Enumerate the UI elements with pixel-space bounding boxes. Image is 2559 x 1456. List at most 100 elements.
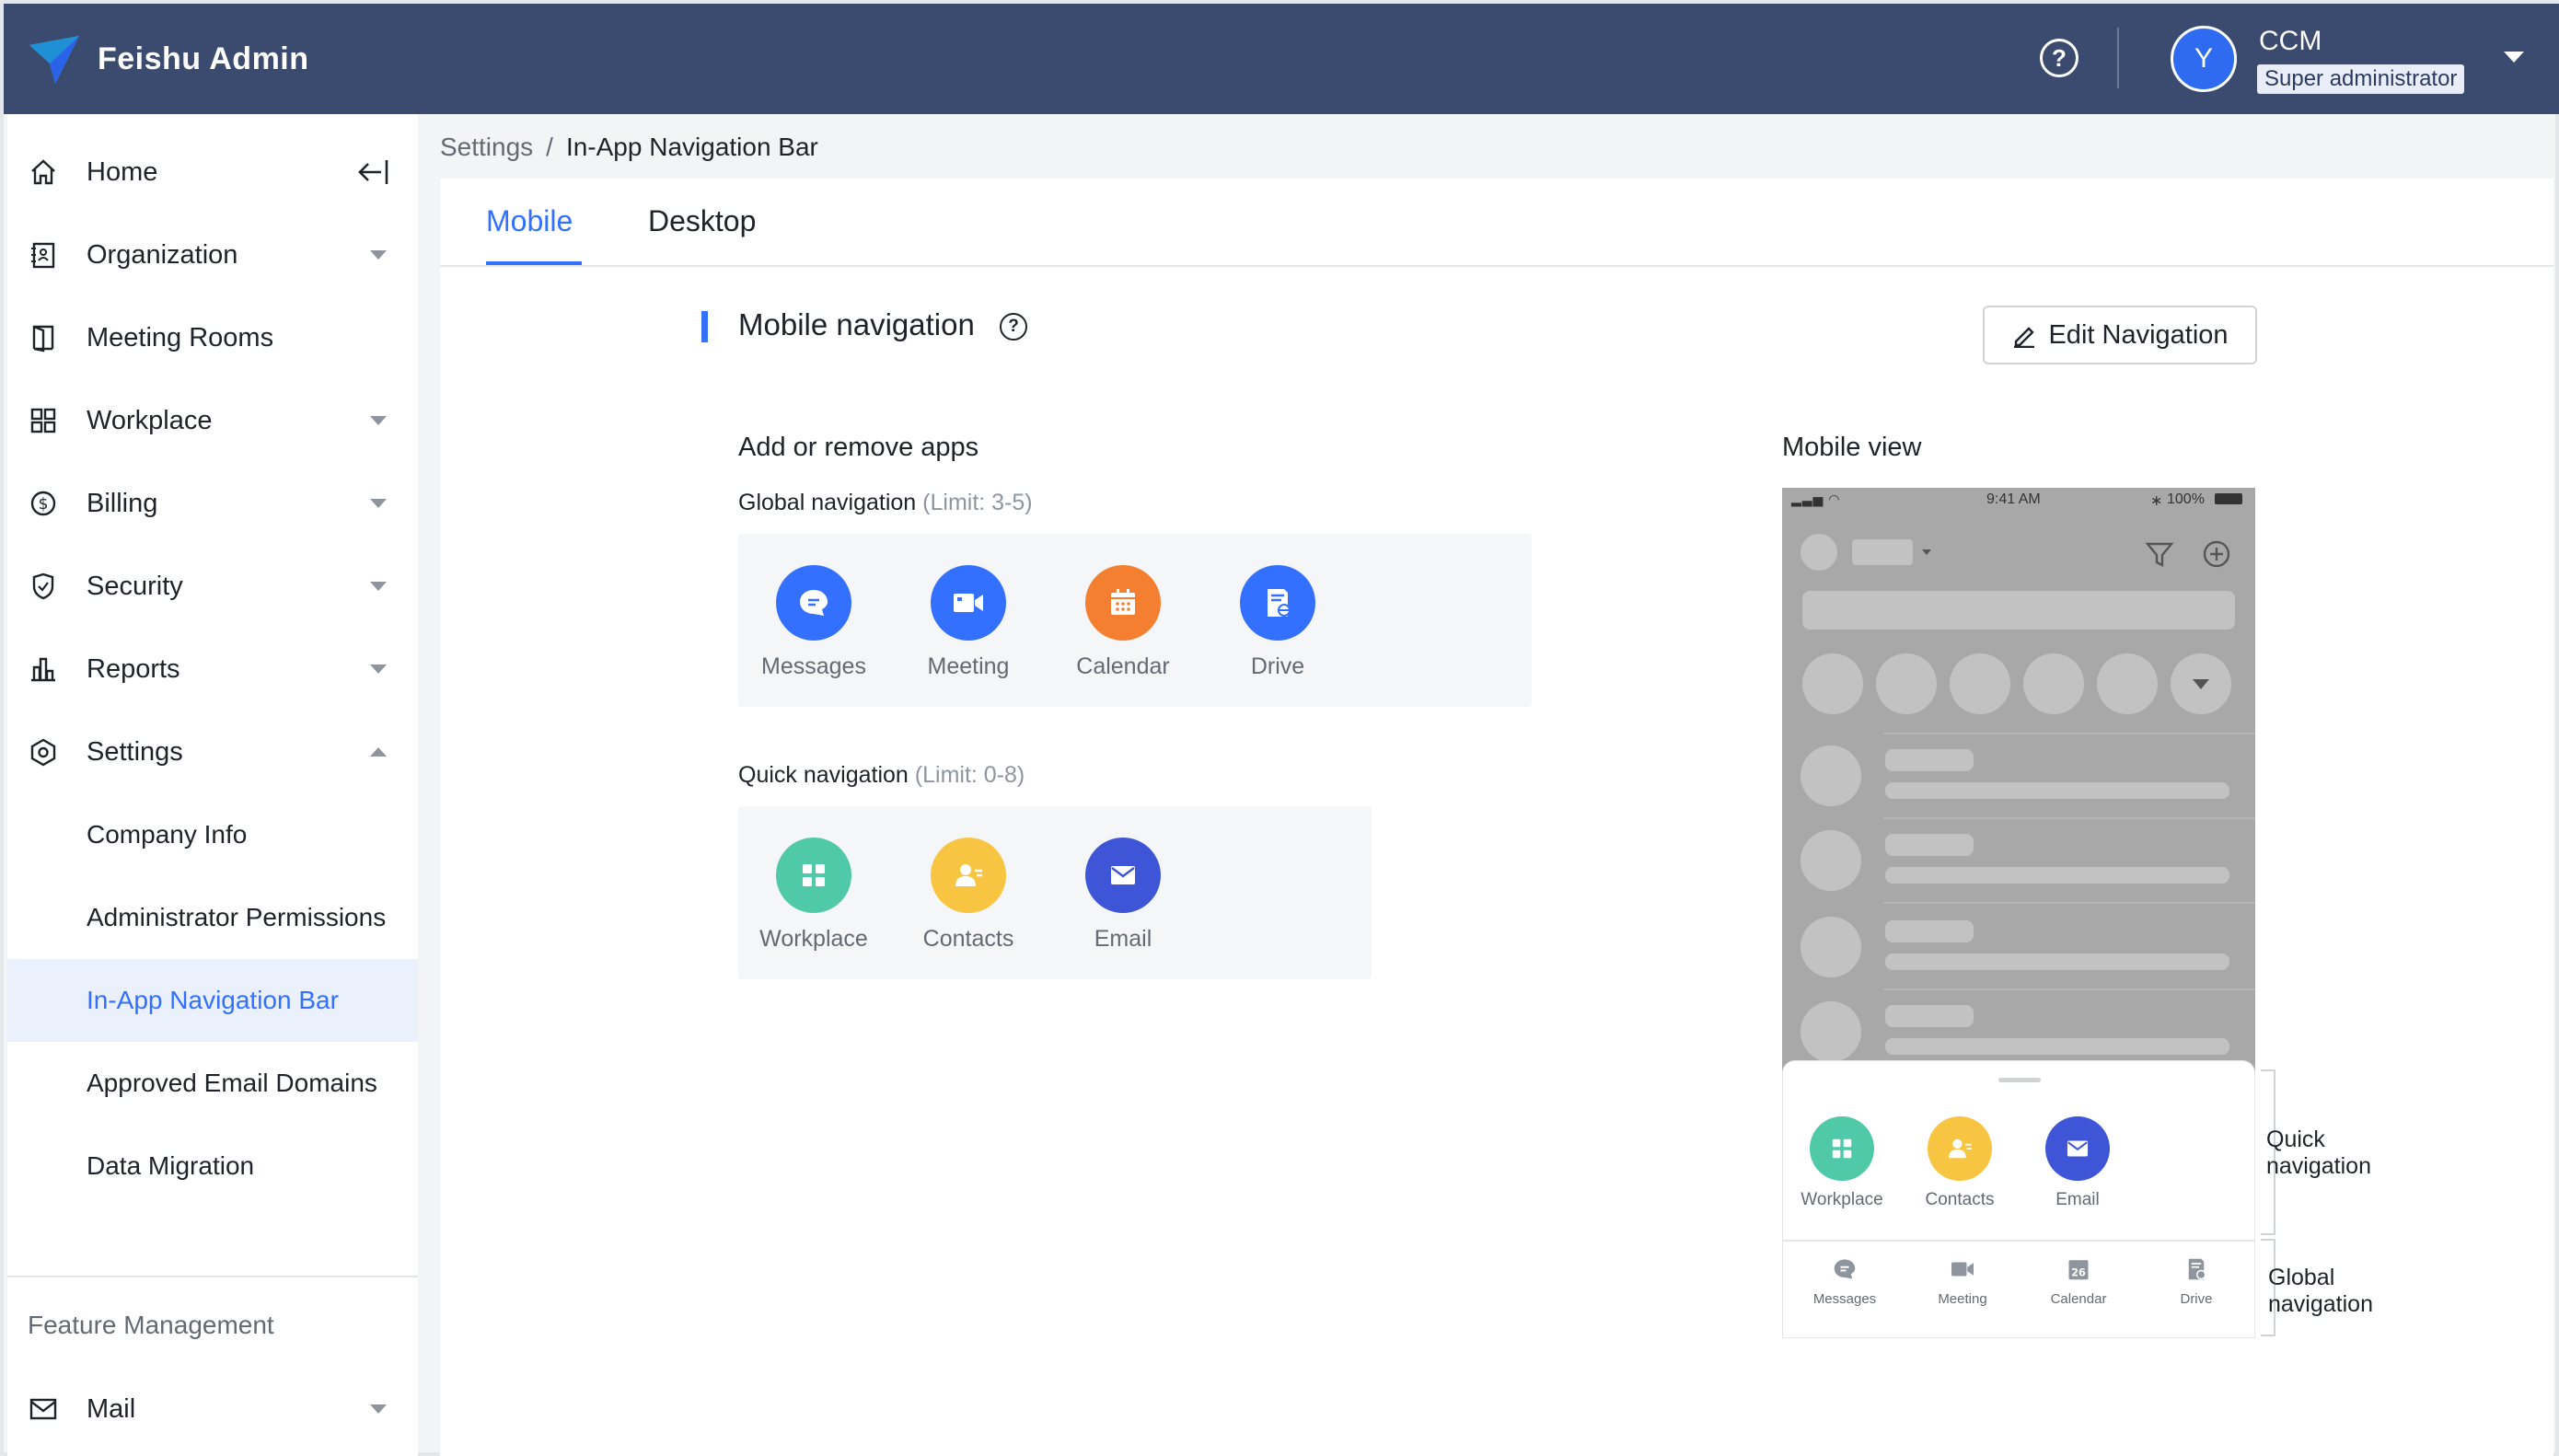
chevron-down-icon (370, 664, 387, 674)
question-circle-icon[interactable]: ? (1000, 313, 1027, 341)
mail-icon (28, 1393, 59, 1425)
sidebar-item-mail[interactable]: Mail (7, 1368, 418, 1450)
breadcrumb-current: In-App Navigation Bar (565, 133, 818, 161)
quick-navigation-annotation: Quick navigation (2266, 1127, 2371, 1179)
video-camera-icon (931, 565, 1006, 641)
header-divider (2117, 28, 2119, 88)
sidebar-item-label: Billing (87, 488, 158, 518)
drive-doc-icon (1240, 565, 1315, 641)
chat-bubble-icon (1830, 1254, 1859, 1284)
app-label: Calendar (1076, 653, 1170, 679)
section-accent-bar (701, 311, 708, 342)
app-title: Feishu Admin (98, 40, 309, 76)
quick-app-contacts: Contacts (1905, 1116, 2015, 1210)
sidebar-item-label: Home (87, 156, 158, 187)
sidebar-subitem-administrator-permissions[interactable]: Administrator Permissions (7, 876, 418, 959)
skeleton-row-avatar (1801, 830, 1861, 891)
sidebar-item-billing[interactable]: $ Billing (7, 462, 418, 545)
global-nav-label: Drive (2180, 1291, 2213, 1307)
sidebar-item-security[interactable]: Security (7, 545, 418, 628)
pencil-icon (2014, 327, 2035, 348)
skeleton-shortcut (1950, 653, 2010, 714)
app-workplace[interactable]: Workplace (740, 838, 887, 953)
breadcrumb-settings-link[interactable]: Settings (440, 133, 533, 162)
bluetooth-icon: ∗ (2150, 493, 2163, 509)
tab-desktop[interactable]: Desktop (648, 204, 756, 238)
sidebar-item-organization[interactable]: Organization (7, 214, 418, 296)
add-circle-icon (2203, 540, 2230, 568)
section-title: Mobile navigation (738, 307, 975, 341)
sidebar-item-settings[interactable]: Settings (7, 711, 418, 793)
skeleton-row-text (1885, 1038, 2229, 1055)
app-label: Meeting (927, 653, 1010, 679)
sidebar-item-label: Organization (87, 239, 238, 270)
sidebar-item-workplace[interactable]: Workplace (7, 379, 418, 462)
app-label: Contacts (922, 926, 1014, 952)
feishu-logo-icon (29, 36, 79, 84)
sidebar-subitem-in-app-navigation-bar[interactable]: In-App Navigation Bar (7, 959, 418, 1042)
sidebar-item-label: Meeting Rooms (87, 322, 274, 352)
skeleton-row-text (1885, 782, 2229, 799)
sidebar-item-home[interactable]: Home (7, 131, 418, 214)
quick-app-email: Email (2022, 1116, 2133, 1210)
global-nav-meeting: Meeting (1912, 1254, 2013, 1307)
skeleton-shortcut (1802, 653, 1863, 714)
skeleton-title (1852, 539, 1913, 565)
top-bar: Feishu Admin ? Y CCM Super administrator (4, 4, 2559, 114)
edit-navigation-label: Edit Navigation (2048, 319, 2229, 350)
avatar[interactable]: Y (2171, 26, 2237, 92)
app-drive[interactable]: Drive (1204, 565, 1351, 680)
skeleton-divider (1883, 988, 2255, 990)
sidebar-item-meeting-rooms[interactable]: Meeting Rooms (7, 296, 418, 379)
app-email[interactable]: Email (1049, 838, 1197, 953)
app-messages[interactable]: Messages (740, 565, 887, 680)
skeleton-divider (1883, 817, 2255, 819)
help-icon[interactable]: ? (2040, 39, 2078, 77)
sidebar-subitem-data-migration[interactable]: Data Migration (7, 1125, 418, 1208)
sidebar-subitem-label: Administrator Permissions (87, 903, 387, 931)
signal-icon: ▂▃▅ ◠ (1791, 491, 1841, 506)
user-menu-caret-icon[interactable] (2504, 52, 2524, 63)
drive-doc-icon (2182, 1254, 2211, 1284)
contact-icon (1928, 1116, 1992, 1181)
app-label: Email (1094, 926, 1152, 952)
contact-icon (931, 838, 1006, 913)
calendar-icon (1085, 565, 1161, 641)
global-nav-label: Messages (1812, 1291, 1877, 1307)
status-time: 9:41 AM (1986, 491, 2041, 507)
global-navigation-annotation: Global navigation (2268, 1265, 2373, 1317)
dollar-circle-icon: $ (28, 488, 59, 519)
global-nav-messages: Messages (1794, 1254, 1895, 1307)
sidebar-item-reports[interactable]: Reports (7, 628, 418, 711)
app-label: Workplace (759, 926, 868, 952)
quick-navigation-limit: (Limit: 0-8) (914, 762, 1025, 788)
app-window: Feishu Admin ? Y CCM Super administrator… (0, 0, 2559, 1456)
app-calendar[interactable]: Calendar (1049, 565, 1197, 680)
global-navigation-limit: (Limit: 3-5) (922, 490, 1033, 515)
sidebar-item-label: Mail (87, 1393, 136, 1424)
edit-navigation-button[interactable]: Edit Navigation (1983, 306, 2257, 364)
sidebar-subitem-approved-email-domains[interactable]: Approved Email Domains (7, 1042, 418, 1125)
sidebar-subitem-company-info[interactable]: Company Info (7, 793, 418, 876)
quick-navigation-title: Quick navigation (738, 762, 909, 788)
skeleton-caret-icon (1922, 549, 1931, 555)
app-meeting[interactable]: Meeting (895, 565, 1042, 680)
skeleton-row-avatar (1801, 1001, 1861, 1062)
chevron-down-icon (370, 250, 387, 260)
app-label: Drive (1250, 653, 1305, 679)
collapse-sidebar-icon[interactable] (357, 156, 390, 192)
sidebar-subitem-label: Data Migration (87, 1151, 255, 1180)
navigation-sheet: Workplace Contacts Email Messages Meetin… (1782, 1060, 2255, 1338)
status-battery: 100% (2167, 491, 2205, 507)
chevron-down-icon (370, 1404, 387, 1414)
tab-mobile[interactable]: Mobile (486, 204, 573, 238)
sidebar-subitem-label: Approved Email Domains (87, 1069, 377, 1097)
skeleton-search (1802, 591, 2235, 630)
envelope-icon (1085, 838, 1161, 913)
brand[interactable]: Feishu Admin (28, 29, 309, 88)
global-navigation-label: Global navigation (Limit: 3-5) (738, 490, 1033, 516)
quick-navigation-panel: Workplace Contacts Email (738, 806, 1372, 979)
video-camera-icon (1948, 1254, 1977, 1284)
chevron-down-icon (370, 582, 387, 591)
app-contacts[interactable]: Contacts (895, 838, 1042, 953)
